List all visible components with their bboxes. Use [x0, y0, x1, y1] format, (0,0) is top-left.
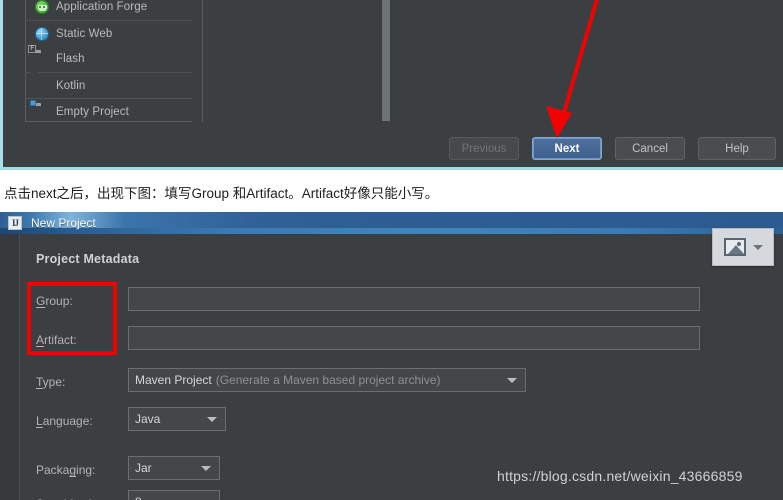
dialog-titlebar[interactable]: IJ New Project	[0, 212, 783, 234]
group-input[interactable]	[128, 287, 700, 311]
list-item-label: Static Web	[56, 27, 113, 40]
java-version-combobox[interactable]: 8	[128, 490, 220, 500]
packaging-combobox[interactable]: Jar	[128, 456, 220, 480]
type-label: Type:	[36, 375, 66, 389]
list-item-label: Empty Project	[56, 105, 129, 118]
type-value: Maven Project	[135, 373, 212, 387]
red-rectangle-annotation	[27, 282, 117, 355]
chevron-down-icon[interactable]	[507, 378, 517, 383]
list-item-static-web[interactable]: Static Web	[26, 20, 202, 46]
next-button[interactable]: Next	[532, 137, 602, 160]
chevron-down-icon[interactable]	[752, 244, 763, 250]
kotlin-icon	[35, 79, 49, 93]
field-row-type: Type:	[36, 375, 128, 389]
flash-folder-icon: F	[28, 45, 36, 53]
screenshot-root: Application Forge Static Web F Flash Kot…	[0, 0, 783, 500]
scrollbar-thumb[interactable]	[382, 0, 390, 121]
red-arrow-annotation	[546, 0, 599, 138]
watermark-url: https://blog.csdn.net/weixin_43666859	[497, 468, 743, 484]
image-icon	[723, 238, 746, 256]
field-row-language: Language:	[36, 414, 128, 428]
wizard-button-row: Previous Next Cancel Help	[449, 137, 776, 160]
list-item-label: Kotlin	[56, 79, 86, 92]
project-template-list[interactable]: Application Forge Static Web F Flash Kot…	[26, 0, 202, 124]
forge-icon	[35, 0, 49, 14]
packaging-label: Packaging:	[36, 463, 96, 477]
java-version-value: 8	[135, 495, 142, 500]
language-value: Java	[135, 412, 161, 426]
new-project-wizard-dialog-top: Application Forge Static Web F Flash Kot…	[0, 0, 783, 170]
list-item-application-forge[interactable]: Application Forge	[26, 0, 202, 20]
caption-text: 点击next之后，出现下图：填写Group 和Artifact。Artifact…	[4, 186, 439, 201]
dialog-title: New Project	[31, 216, 96, 230]
language-combobox[interactable]: Java	[128, 407, 226, 431]
intellij-idea-icon: IJ	[8, 216, 22, 230]
list-item-kotlin[interactable]: Kotlin	[26, 72, 202, 98]
new-project-dialog: IJ New Project Project Metadata Group: A…	[0, 212, 783, 500]
type-combobox[interactable]: Maven Project (Generate a Maven based pr…	[128, 368, 526, 392]
template-list-scrollbar[interactable]	[192, 0, 390, 128]
list-item-flash[interactable]: F Flash	[26, 45, 202, 72]
language-label: Language:	[36, 414, 93, 428]
image-preview-button[interactable]	[712, 228, 774, 266]
chevron-down-icon[interactable]	[201, 466, 211, 471]
empty-project-folder-icon	[30, 99, 49, 119]
cancel-button[interactable]: Cancel	[615, 137, 685, 160]
dialog-body: Project Metadata Group: Artifact: Type: …	[0, 234, 783, 500]
previous-button[interactable]: Previous	[449, 137, 519, 160]
field-row-packaging: Packaging:	[36, 463, 128, 477]
list-item-empty-project[interactable]: Empty Project	[26, 98, 202, 124]
help-button[interactable]: Help	[698, 137, 776, 160]
type-hint: (Generate a Maven based project archive)	[215, 373, 441, 387]
list-item-label: Application Forge	[56, 1, 148, 13]
chevron-down-icon[interactable]	[207, 417, 217, 422]
dialog-left-gutter	[0, 234, 20, 500]
section-title-project-metadata: Project Metadata	[36, 252, 140, 266]
packaging-value: Jar	[135, 461, 152, 475]
globe-icon	[35, 26, 49, 41]
artifact-input[interactable]	[128, 326, 700, 350]
project-template-list-panel: Application Forge Static Web F Flash Kot…	[25, 0, 203, 122]
list-item-label: Flash	[56, 53, 85, 65]
